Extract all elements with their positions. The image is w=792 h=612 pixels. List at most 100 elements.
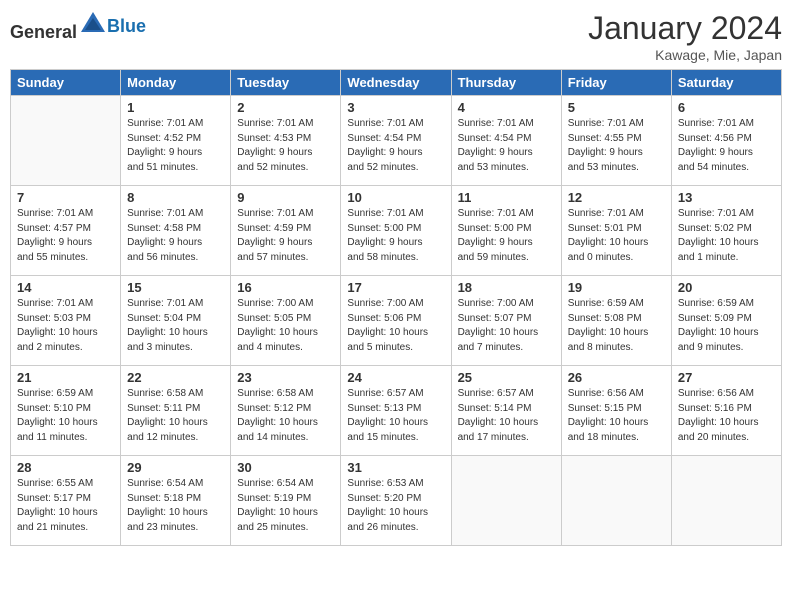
date-number: 24	[347, 370, 444, 385]
day-info: Sunrise: 7:01 AMSunset: 4:52 PMDaylight:…	[127, 117, 224, 175]
cal-cell: 29 Sunrise: 6:54 AMSunset: 5:18 PMDayligh…	[121, 456, 231, 546]
day-info: Sunrise: 7:00 AMSunset: 5:05 PMDaylight:…	[237, 297, 334, 355]
day-info: Sunrise: 6:55 AMSunset: 5:17 PMDaylight:…	[17, 477, 114, 535]
day-header-friday: Friday	[561, 70, 671, 96]
day-info: Sunrise: 7:01 AMSunset: 5:04 PMDaylight:…	[127, 297, 224, 355]
date-number: 26	[568, 370, 665, 385]
cal-cell: 2Sunrise: 7:01 AMSunset: 4:53 PMDaylight…	[231, 96, 341, 186]
date-number: 28	[17, 460, 114, 475]
date-number: 5	[568, 100, 665, 115]
day-info: Sunrise: 6:59 AMSunset: 5:09 PMDaylight:…	[678, 297, 775, 355]
cal-cell: 8 Sunrise: 7:01 AMSunset: 4:58 PMDaylight…	[121, 186, 231, 276]
logo-text: General	[10, 10, 107, 43]
day-header-sunday: Sunday	[11, 70, 121, 96]
day-info: Sunrise: 7:00 AMSunset: 5:07 PMDaylight:…	[458, 297, 555, 355]
date-number: 16	[237, 280, 334, 295]
day-info: Sunrise: 7:01 AMSunset: 4:59 PMDaylight:…	[237, 207, 334, 265]
cal-cell	[451, 456, 561, 546]
cal-cell: 24Sunrise: 6:57 AMSunset: 5:13 PMDayligh…	[341, 366, 451, 456]
date-number: 2	[237, 100, 334, 115]
date-number: 23	[237, 370, 334, 385]
week-row-4: 21Sunrise: 6:59 AMSunset: 5:10 PMDayligh…	[11, 366, 782, 456]
day-info: Sunrise: 7:01 AMSunset: 5:03 PMDaylight:…	[17, 297, 114, 355]
day-info: Sunrise: 6:58 AMSunset: 5:11 PMDaylight:…	[127, 387, 224, 445]
date-number: 22	[127, 370, 224, 385]
cal-cell: 1 Sunrise: 7:01 AMSunset: 4:52 PMDaylight…	[121, 96, 231, 186]
cal-cell: 19Sunrise: 6:59 AMSunset: 5:08 PMDayligh…	[561, 276, 671, 366]
week-row-3: 14 Sunrise: 7:01 AMSunset: 5:03 PMDayligh…	[11, 276, 782, 366]
day-info: Sunrise: 6:56 AMSunset: 5:16 PMDaylight:…	[678, 387, 775, 445]
cal-cell: 17 Sunrise: 7:00 AMSunset: 5:06 PMDayligh…	[341, 276, 451, 366]
cal-cell: 28 Sunrise: 6:55 AMSunset: 5:17 PMDayligh…	[11, 456, 121, 546]
day-header-wednesday: Wednesday	[341, 70, 451, 96]
week-row-1: 1 Sunrise: 7:01 AMSunset: 4:52 PMDaylight…	[11, 96, 782, 186]
day-info: Sunrise: 7:01 AMSunset: 4:54 PMDaylight:…	[458, 117, 555, 175]
cal-cell: 11 Sunrise: 7:01 AMSunset: 5:00 PMDayligh…	[451, 186, 561, 276]
day-info: Sunrise: 7:01 AMSunset: 4:55 PMDaylight:…	[568, 117, 665, 175]
date-number: 11	[458, 190, 555, 205]
day-info: Sunrise: 7:01 AMSunset: 4:56 PMDaylight:…	[678, 117, 775, 175]
logo-general: General	[10, 22, 77, 42]
date-number: 20	[678, 280, 775, 295]
date-number: 10	[347, 190, 444, 205]
logo: General Blue	[10, 10, 146, 43]
day-info: Sunrise: 7:01 AMSunset: 5:00 PMDaylight:…	[458, 207, 555, 265]
cal-cell: 23Sunrise: 6:58 AMSunset: 5:12 PMDayligh…	[231, 366, 341, 456]
day-info: Sunrise: 7:00 AMSunset: 5:06 PMDaylight:…	[347, 297, 444, 355]
date-number: 6	[678, 100, 775, 115]
day-info: Sunrise: 6:57 AMSunset: 5:14 PMDaylight:…	[458, 387, 555, 445]
date-number: 25	[458, 370, 555, 385]
day-info: Sunrise: 7:01 AMSunset: 5:01 PMDaylight:…	[568, 207, 665, 265]
date-number: 29	[127, 460, 224, 475]
cal-cell: 6 Sunrise: 7:01 AMSunset: 4:56 PMDaylight…	[671, 96, 781, 186]
cal-cell: 9 Sunrise: 7:01 AMSunset: 4:59 PMDaylight…	[231, 186, 341, 276]
cal-cell	[11, 96, 121, 186]
cal-cell: 12 Sunrise: 7:01 AMSunset: 5:01 PMDayligh…	[561, 186, 671, 276]
page-header: General Blue January 2024 Kawage, Mie, J…	[10, 10, 782, 63]
cal-cell	[671, 456, 781, 546]
cal-cell: 25 Sunrise: 6:57 AMSunset: 5:14 PMDayligh…	[451, 366, 561, 456]
date-number: 30	[237, 460, 334, 475]
day-header-tuesday: Tuesday	[231, 70, 341, 96]
cal-cell: 7Sunrise: 7:01 AMSunset: 4:57 PMDaylight…	[11, 186, 121, 276]
cal-cell: 3Sunrise: 7:01 AMSunset: 4:54 PMDaylight…	[341, 96, 451, 186]
date-number: 8	[127, 190, 224, 205]
day-header-monday: Monday	[121, 70, 231, 96]
cal-cell: 16 Sunrise: 7:00 AMSunset: 5:05 PMDayligh…	[231, 276, 341, 366]
date-number: 9	[237, 190, 334, 205]
day-info: Sunrise: 6:56 AMSunset: 5:15 PMDaylight:…	[568, 387, 665, 445]
date-number: 17	[347, 280, 444, 295]
cal-cell	[561, 456, 671, 546]
cal-cell: 18Sunrise: 7:00 AMSunset: 5:07 PMDayligh…	[451, 276, 561, 366]
date-number: 13	[678, 190, 775, 205]
calendar-table: SundayMondayTuesdayWednesdayThursdayFrid…	[10, 69, 782, 546]
day-info: Sunrise: 7:01 AMSunset: 4:54 PMDaylight:…	[347, 117, 444, 175]
day-info: Sunrise: 7:01 AMSunset: 4:58 PMDaylight:…	[127, 207, 224, 265]
cal-cell: 30 Sunrise: 6:54 AMSunset: 5:19 PMDayligh…	[231, 456, 341, 546]
day-info: Sunrise: 6:54 AMSunset: 5:18 PMDaylight:…	[127, 477, 224, 535]
cal-cell: 13 Sunrise: 7:01 AMSunset: 5:02 PMDayligh…	[671, 186, 781, 276]
cal-cell: 5 Sunrise: 7:01 AMSunset: 4:55 PMDaylight…	[561, 96, 671, 186]
day-info: Sunrise: 7:01 AMSunset: 5:00 PMDaylight:…	[347, 207, 444, 265]
date-number: 14	[17, 280, 114, 295]
day-info: Sunrise: 6:53 AMSunset: 5:20 PMDaylight:…	[347, 477, 444, 535]
cal-cell: 22 Sunrise: 6:58 AMSunset: 5:11 PMDayligh…	[121, 366, 231, 456]
date-number: 21	[17, 370, 114, 385]
date-number: 1	[127, 100, 224, 115]
date-number: 7	[17, 190, 114, 205]
cal-cell: 26 Sunrise: 6:56 AMSunset: 5:15 PMDayligh…	[561, 366, 671, 456]
location: Kawage, Mie, Japan	[588, 47, 782, 63]
cal-cell: 21Sunrise: 6:59 AMSunset: 5:10 PMDayligh…	[11, 366, 121, 456]
cal-cell: 10 Sunrise: 7:01 AMSunset: 5:00 PMDayligh…	[341, 186, 451, 276]
logo-icon	[79, 10, 107, 38]
cal-cell: 14 Sunrise: 7:01 AMSunset: 5:03 PMDayligh…	[11, 276, 121, 366]
date-number: 12	[568, 190, 665, 205]
date-number: 31	[347, 460, 444, 475]
month-title: January 2024	[588, 10, 782, 47]
day-info: Sunrise: 7:01 AMSunset: 5:02 PMDaylight:…	[678, 207, 775, 265]
date-number: 19	[568, 280, 665, 295]
cal-cell: 27Sunrise: 6:56 AMSunset: 5:16 PMDayligh…	[671, 366, 781, 456]
day-info: Sunrise: 6:54 AMSunset: 5:19 PMDaylight:…	[237, 477, 334, 535]
logo-blue: Blue	[107, 16, 146, 37]
cal-cell: 31 Sunrise: 6:53 AMSunset: 5:20 PMDayligh…	[341, 456, 451, 546]
